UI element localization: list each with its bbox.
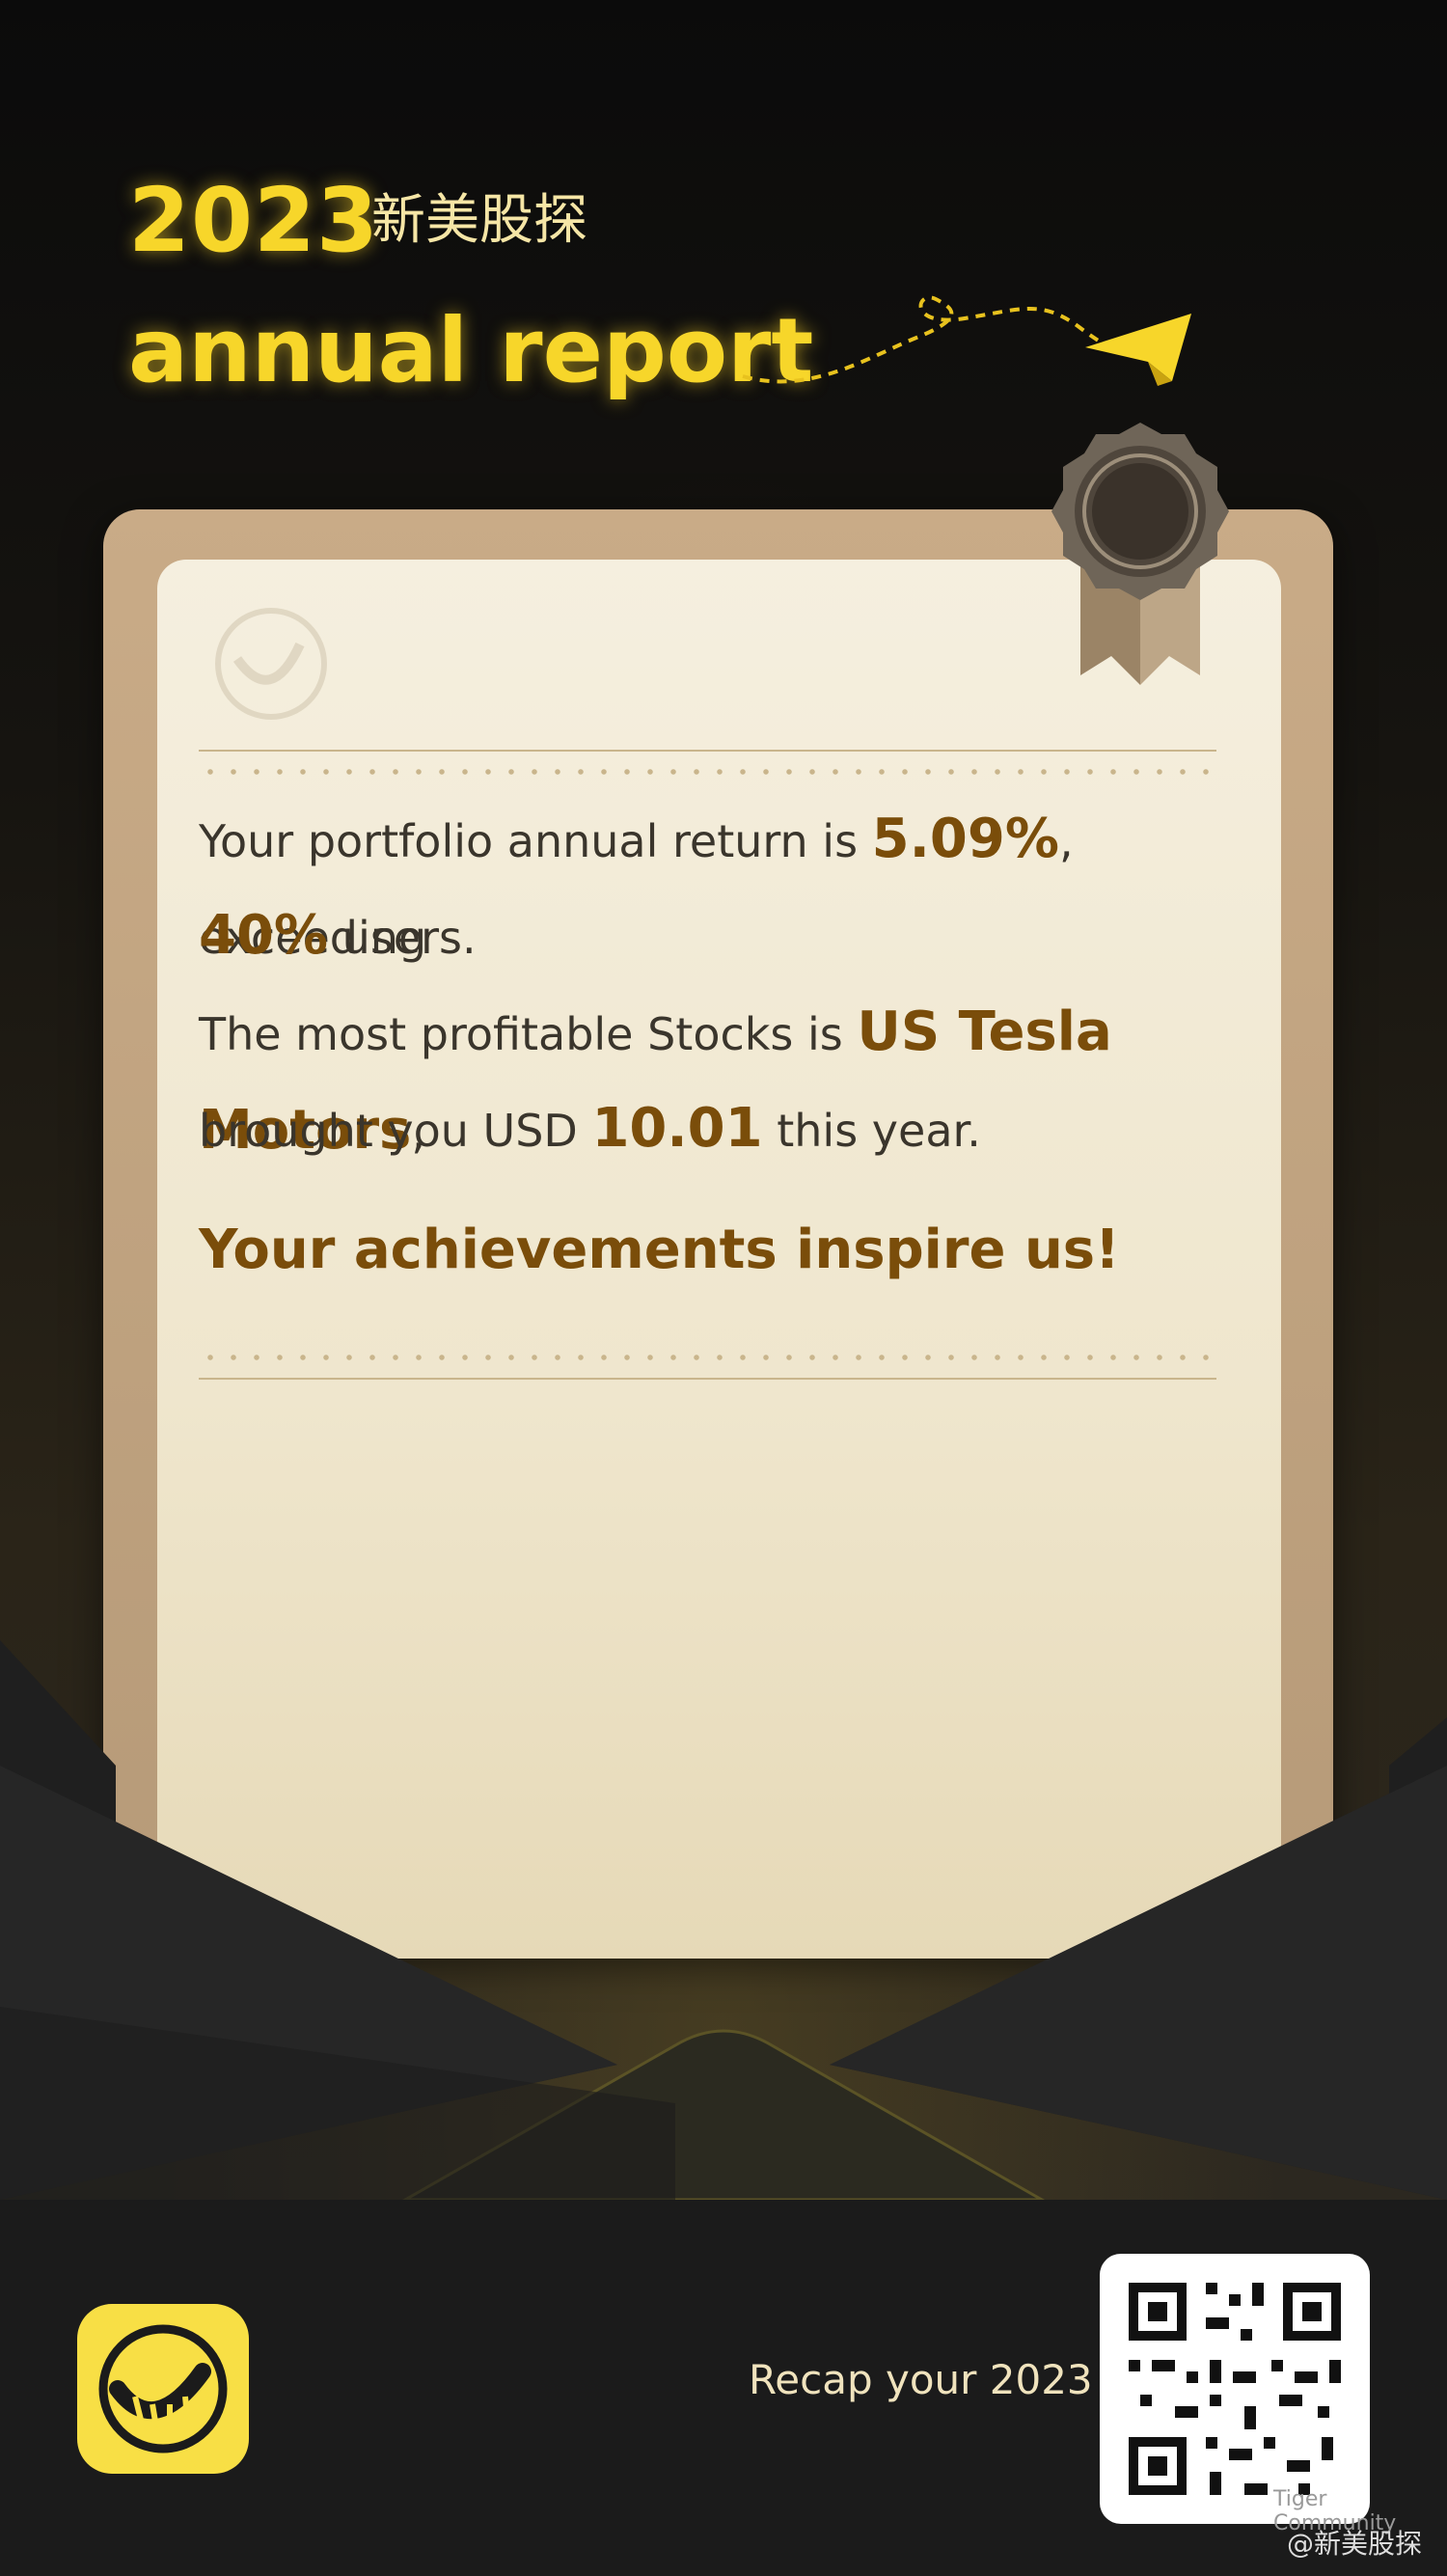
top-stock-label: The most profitable Stocks is bbox=[199, 1008, 858, 1060]
profit-value: 10.01 bbox=[591, 1097, 763, 1160]
annual-return-value: 5.09% bbox=[871, 808, 1059, 870]
dotted-divider-bottom bbox=[199, 1355, 1216, 1360]
profit-sentence: brought you USD 10.01 this year. bbox=[199, 1081, 1270, 1179]
recap-label: Recap your 2023 bbox=[749, 2356, 1093, 2403]
exceed-percent-value: 40% bbox=[199, 904, 329, 967]
tiger-logo-icon bbox=[215, 608, 327, 720]
return-label: Your portfolio annual return is bbox=[199, 815, 872, 867]
qr-code-icon bbox=[1129, 2283, 1341, 2495]
envelope-flap bbox=[0, 1640, 1447, 2200]
report-title: annual report bbox=[128, 299, 814, 402]
dotted-divider-top bbox=[199, 769, 1216, 775]
this-year-label: this year. bbox=[762, 1105, 981, 1157]
inspire-message: Your achievements inspire us! bbox=[199, 1219, 1120, 1281]
author-handle: @新美股探 bbox=[1287, 2528, 1423, 2560]
profit-label: brought you USD bbox=[199, 1105, 592, 1157]
paper-plane-icon bbox=[742, 295, 1191, 386]
divider-top bbox=[199, 750, 1216, 752]
tiger-logo-icon bbox=[98, 2324, 228, 2453]
brand-name: 新美股探 bbox=[371, 189, 587, 252]
app-logo[interactable] bbox=[77, 2304, 249, 2474]
exceed-sentence: 40% users. bbox=[199, 888, 1270, 986]
year-heading: 2023 bbox=[128, 169, 380, 272]
award-seal-icon bbox=[1051, 423, 1229, 685]
divider-bottom bbox=[199, 1378, 1216, 1380]
qr-code[interactable] bbox=[1100, 2254, 1370, 2524]
users-label: users. bbox=[328, 912, 477, 964]
